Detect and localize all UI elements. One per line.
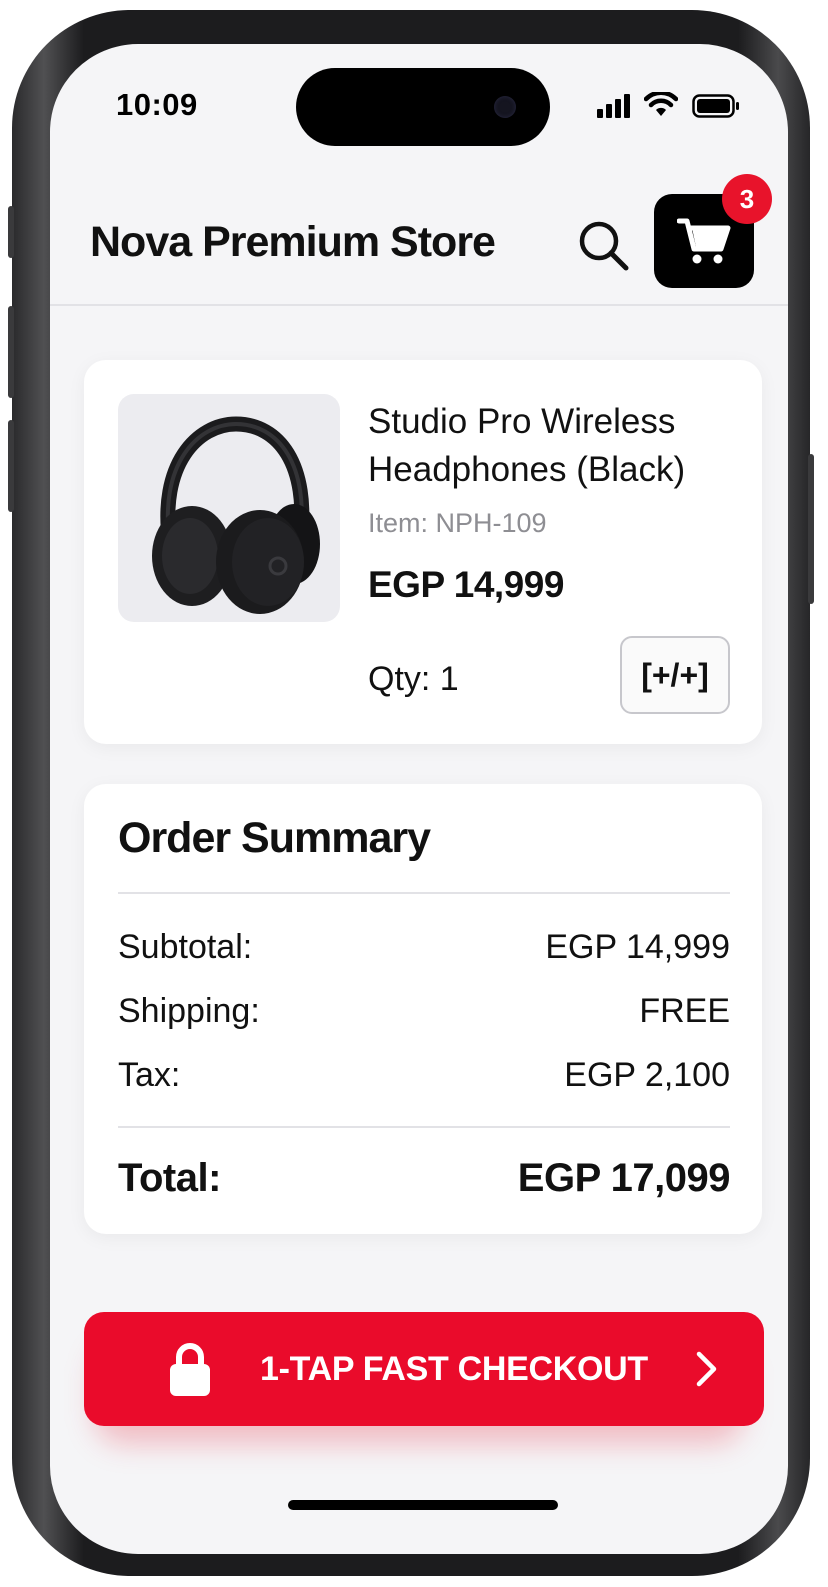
order-summary-title: Order Summary xyxy=(118,814,431,862)
product-quantity: Qty: 1 xyxy=(368,660,459,698)
summary-divider-top xyxy=(118,892,730,894)
summary-value: EGP 14,999 xyxy=(545,928,730,966)
total-label: Total: xyxy=(118,1156,221,1200)
lock-icon xyxy=(170,1343,210,1396)
summary-label: Subtotal: xyxy=(118,928,253,966)
summary-value: EGP 2,100 xyxy=(564,1056,730,1094)
search-button[interactable] xyxy=(576,218,632,274)
product-image xyxy=(118,394,340,622)
header-divider xyxy=(50,304,788,306)
summary-divider-bottom xyxy=(118,1126,730,1128)
status-time: 10:09 xyxy=(116,87,198,122)
product-name-line-1: Studio Pro Wireless xyxy=(368,402,676,441)
summary-row-total: Total: EGP 17,099 xyxy=(118,1156,731,1201)
chevron-right-icon xyxy=(696,1351,717,1387)
dynamic-island xyxy=(296,68,550,146)
summary-row-tax: Tax: EGP 2,100 xyxy=(118,1056,730,1095)
cellular-signal-icon xyxy=(597,94,630,118)
screen: 10:09 Nova Premium Store 3 Studio Pro Wi… xyxy=(50,44,788,1554)
total-value: EGP 17,099 xyxy=(517,1156,731,1200)
summary-row-shipping: Shipping: FREE xyxy=(118,992,730,1031)
action-button xyxy=(8,206,14,258)
store-title: Nova Premium Store xyxy=(90,218,496,266)
product-sku: Item: NPH-109 xyxy=(368,508,547,538)
checkout-button[interactable]: 1-TAP FAST CHECKOUT xyxy=(84,1312,764,1426)
summary-label: Tax: xyxy=(118,1056,181,1094)
power-button xyxy=(808,454,814,604)
product-price: EGP 14,999 xyxy=(368,564,564,605)
home-indicator xyxy=(288,1500,558,1510)
status-icons xyxy=(597,92,740,118)
order-summary-card: Order Summary Subtotal: EGP 14,999 Shipp… xyxy=(84,784,762,1234)
front-camera xyxy=(494,96,516,118)
summary-label: Shipping: xyxy=(118,992,260,1030)
volume-down-button xyxy=(8,420,14,512)
cart-item-card: Studio Pro Wireless Headphones (Black) I… xyxy=(84,360,762,744)
wifi-icon xyxy=(644,92,678,116)
shopping-cart-icon xyxy=(677,218,731,264)
summary-row-subtotal: Subtotal: EGP 14,999 xyxy=(118,928,730,967)
summary-value: FREE xyxy=(639,992,730,1030)
checkout-label: 1-TAP FAST CHECKOUT xyxy=(260,1350,648,1388)
phone-frame: 10:09 Nova Premium Store 3 Studio Pro Wi… xyxy=(8,10,814,1576)
search-icon xyxy=(579,221,629,271)
product-name-line-2: Headphones (Black) xyxy=(368,450,686,489)
cart-count-badge: 3 xyxy=(722,174,772,224)
battery-icon xyxy=(692,94,739,118)
quantity-stepper[interactable]: [+/+] xyxy=(620,636,730,714)
product-name: Studio Pro Wireless Headphones (Black) xyxy=(368,398,748,494)
headphones-image xyxy=(152,416,320,614)
volume-up-button xyxy=(8,306,14,398)
